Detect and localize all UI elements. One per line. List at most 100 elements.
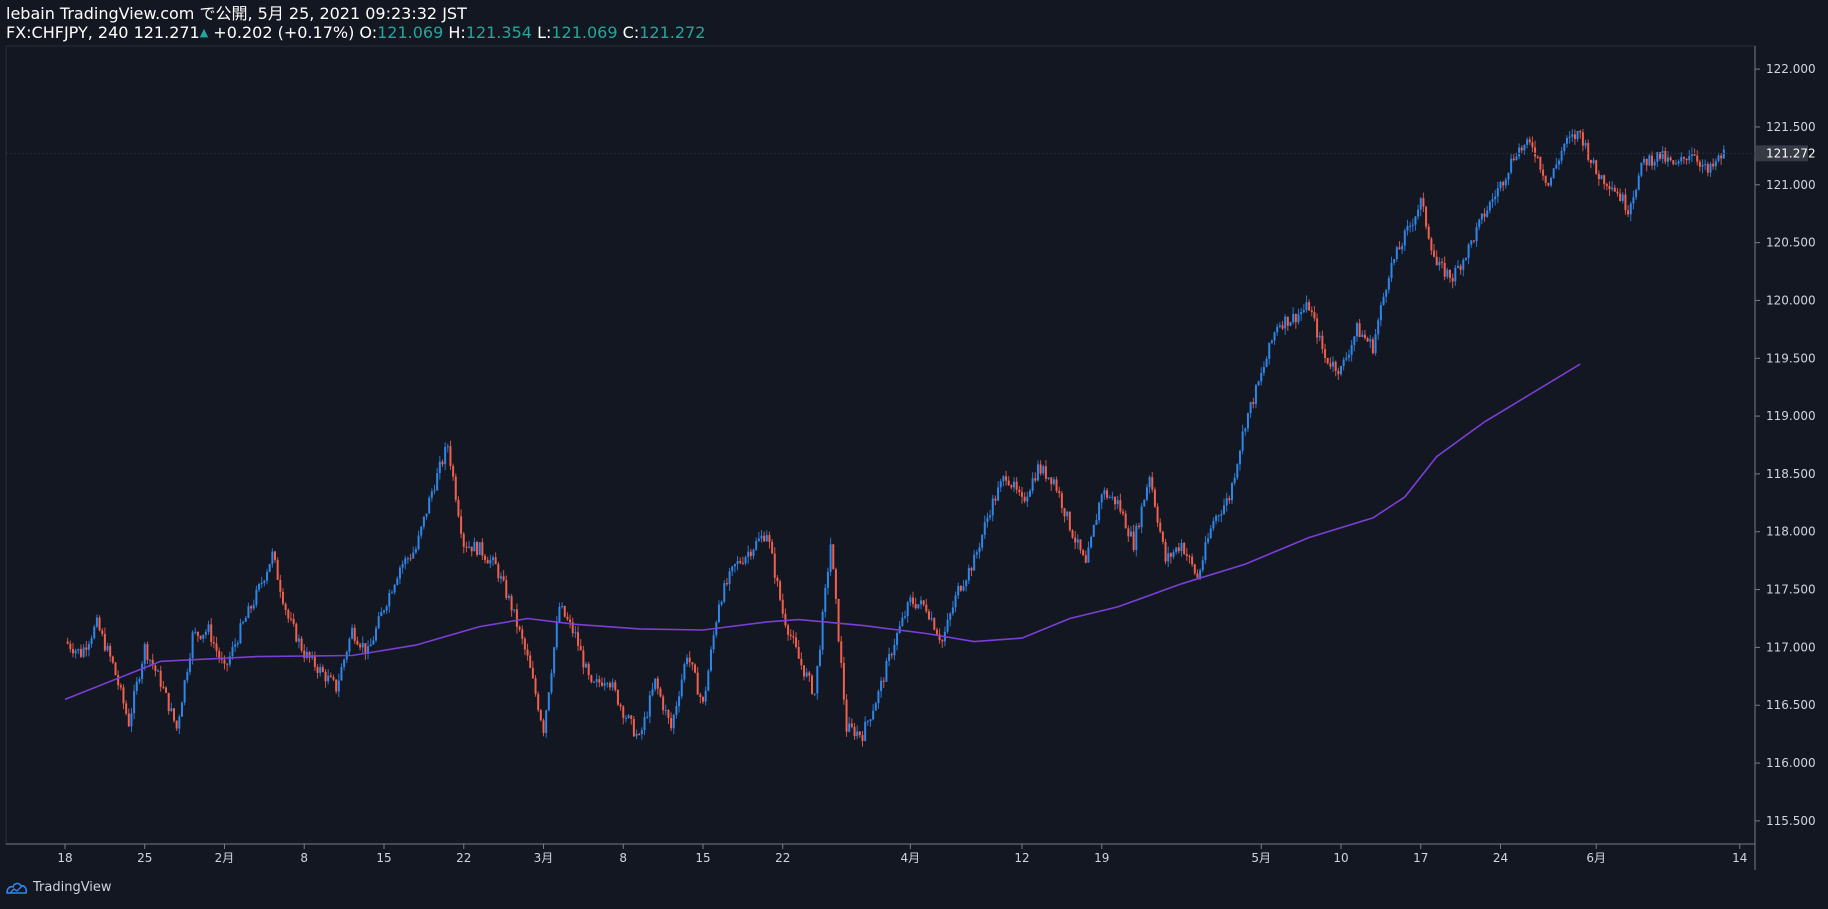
candle-body: [1289, 322, 1292, 326]
candle-body: [335, 679, 338, 692]
candle-body: [218, 650, 221, 659]
candle-body: [1441, 261, 1444, 263]
candle-body: [481, 542, 484, 556]
candle-body: [295, 623, 298, 642]
candle-body: [1055, 479, 1058, 491]
candle-body: [821, 611, 824, 650]
candle-body: [388, 592, 391, 607]
candle-body: [555, 622, 558, 648]
candle-body: [1592, 160, 1595, 163]
candle-body: [1722, 149, 1725, 159]
candle-body: [98, 617, 101, 631]
footer-brand[interactable]: TradingView: [6, 880, 112, 895]
price-chart[interactable]: 115.500 116.000 116.500 117.000 117.500 118.0…: [0, 0, 1828, 909]
candle-body: [1512, 158, 1515, 160]
candle-body: [1488, 201, 1491, 211]
candle-body: [983, 522, 986, 535]
candle-body: [1520, 147, 1523, 151]
candle-body: [973, 554, 976, 571]
candle-body: [462, 533, 465, 547]
candle-body: [1385, 289, 1388, 297]
y-tick-label: 120.000: [1766, 293, 1816, 307]
candle-body: [1068, 511, 1071, 531]
candle-body: [1717, 155, 1720, 161]
candle-body: [242, 621, 245, 624]
candle-body: [1244, 428, 1247, 432]
candle-body: [1124, 513, 1127, 529]
candle-body: [101, 630, 104, 634]
candle-body: [1175, 547, 1178, 553]
candle-body: [1600, 175, 1603, 180]
candle-body: [1347, 354, 1350, 358]
candle-body: [1169, 553, 1172, 557]
candle-body: [1090, 536, 1093, 548]
candle-body: [672, 714, 675, 729]
candle-body: [531, 667, 534, 679]
candle-body: [1302, 309, 1305, 313]
candle-body: [1087, 547, 1090, 563]
candle-body: [1507, 172, 1510, 180]
candle-body: [614, 682, 617, 690]
candle-body: [1712, 163, 1715, 167]
x-tick-label: 19: [1094, 851, 1109, 865]
candle-body: [1616, 191, 1619, 194]
candle-body: [744, 556, 747, 564]
candle-body: [138, 679, 141, 682]
candle-body: [1156, 506, 1159, 523]
candle-body: [736, 561, 739, 565]
candle-body: [781, 599, 784, 614]
candle-body: [845, 699, 848, 732]
candle-body: [1456, 265, 1459, 268]
candle-body: [1366, 338, 1369, 342]
x-tick-label: 12: [1014, 851, 1029, 865]
candle-body: [805, 672, 808, 677]
candle-body: [1116, 500, 1119, 505]
candle-body: [1145, 487, 1148, 500]
candle-body: [452, 465, 455, 477]
candle-body: [1443, 262, 1446, 277]
candle-body: [380, 612, 383, 617]
candle-body: [414, 549, 417, 553]
candle-body: [351, 627, 354, 639]
candle-body: [77, 649, 80, 651]
candle-body: [1137, 525, 1140, 528]
candle-body: [1696, 155, 1699, 162]
candle-body: [143, 644, 146, 664]
candle-body: [1236, 464, 1239, 478]
candle-body: [122, 687, 125, 704]
candle-body: [1637, 175, 1640, 190]
candle-body: [598, 679, 601, 683]
candle-body: [130, 713, 133, 727]
candle-body: [529, 655, 532, 668]
candle-body: [704, 690, 707, 702]
candle-body: [1496, 188, 1499, 197]
candle-body: [630, 715, 633, 719]
candle-body: [1661, 151, 1664, 159]
candle-body: [603, 683, 606, 686]
candle-body: [585, 663, 588, 668]
candle-body: [1262, 367, 1265, 373]
candle-body: [1510, 158, 1513, 173]
candle-body: [494, 557, 497, 565]
candle-body: [800, 658, 803, 666]
candle-body: [1119, 500, 1122, 512]
candle-body: [199, 635, 202, 639]
candle-body: [1528, 139, 1531, 143]
y-tick-label: 121.500: [1766, 120, 1816, 134]
candle-body: [465, 546, 468, 548]
candle-body: [1547, 182, 1550, 186]
candle-body: [1148, 477, 1151, 488]
candle-body: [444, 447, 447, 465]
candle-body: [962, 586, 965, 591]
candle-body: [643, 716, 646, 731]
candle-body: [1494, 196, 1497, 200]
candle-body: [1557, 160, 1560, 165]
candle-body: [824, 587, 827, 612]
candle-body: [699, 694, 702, 697]
candle-body: [904, 616, 907, 618]
candle-body: [1135, 525, 1138, 550]
candle-body: [1257, 381, 1260, 386]
candle-body: [874, 703, 877, 711]
candle-body: [215, 643, 218, 651]
candle-body: [1334, 361, 1337, 371]
